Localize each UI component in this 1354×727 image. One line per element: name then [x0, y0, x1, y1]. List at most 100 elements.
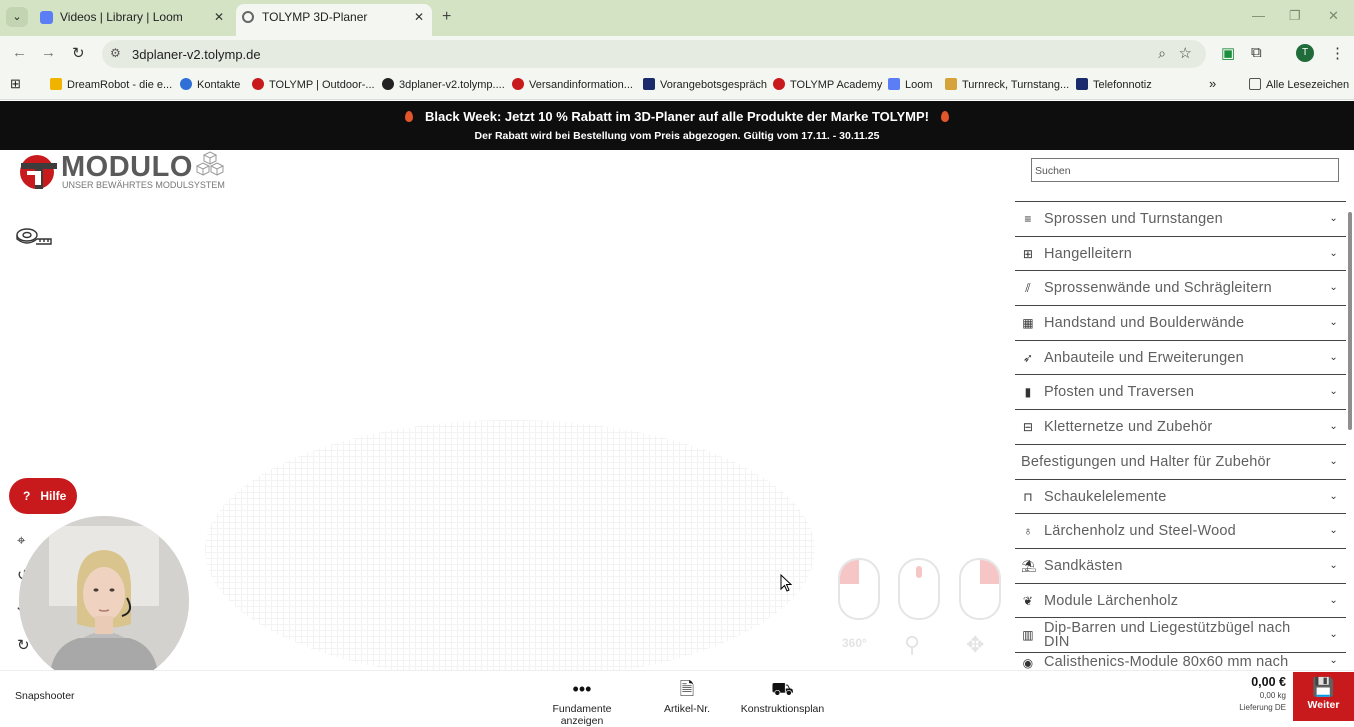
- tab-loom[interactable]: Videos | Library | Loom ✕: [34, 4, 232, 36]
- category-item[interactable]: ⫽ Sprossenwände und Schrägleitern ⌄: [1015, 270, 1346, 305]
- help-label: Hilfe: [40, 489, 67, 503]
- reload-icon[interactable]: ↻: [72, 44, 85, 62]
- leaf-icon: ❦: [1022, 593, 1034, 608]
- chevron-down-icon: ⌄: [1329, 654, 1338, 666]
- mouse-wheel-icon: [898, 558, 940, 620]
- category-item[interactable]: ⛱ Sandkästen ⌄: [1015, 547, 1346, 583]
- category-item[interactable]: ♁ Lärchenholz und Steel-Wood ⌄: [1015, 513, 1346, 548]
- save-disk-icon: 💾: [1312, 677, 1335, 697]
- price-summary: 0,00 € 0,00 kg Lieferung DE: [1230, 675, 1286, 712]
- close-tab-icon[interactable]: ✕: [414, 4, 424, 30]
- flame-icon: [404, 111, 413, 122]
- help-button[interactable]: ? Hilfe: [9, 478, 77, 514]
- loom-icon: [888, 78, 900, 90]
- zoom-icon[interactable]: ⌕: [1158, 45, 1166, 62]
- bookmark-item[interactable]: 3dplaner-v2.tolymp....: [382, 78, 505, 91]
- bottom-action-bar: Snapshooter ••• Fundamente anzeigen 🗎 Ar…: [0, 670, 1354, 727]
- swing-icon: ⊓: [1023, 489, 1033, 504]
- tolymp-icon: [252, 78, 264, 90]
- flame-icon: [941, 111, 950, 122]
- grid-wall-icon: ▦: [1022, 316, 1034, 331]
- extensions-puzzle-icon[interactable]: ⧉: [1251, 44, 1262, 61]
- chevron-down-icon: ⌄: [1329, 213, 1338, 224]
- bookmark-item[interactable]: Telefonnotiz: [1076, 78, 1152, 91]
- profile-avatar[interactable]: T: [1296, 44, 1314, 62]
- webcam-overlay[interactable]: [19, 516, 189, 686]
- category-item[interactable]: ◉ Calisthenics-Module 80x60 mm nach ⌄: [1015, 651, 1346, 672]
- snapshooter-label[interactable]: Snapshooter: [15, 690, 75, 702]
- category-item[interactable]: ❦ Module Lärchenholz ⌄: [1015, 582, 1346, 618]
- catalog-panel: Suchen ≡ Sprossen und Turnstangen ⌄ ⊞ Hange…: [1015, 150, 1354, 670]
- cubes-icon: [195, 151, 225, 176]
- focus-view-icon[interactable]: ⌖: [17, 532, 25, 549]
- tolymp-logo-icon: [20, 155, 57, 189]
- bookmark-item[interactable]: Vorangebotsgespräch: [643, 78, 767, 91]
- question-icon: ?: [23, 489, 31, 503]
- category-item[interactable]: ▥ Dip-Barren und Liegestützbügel nach DIN…: [1015, 617, 1346, 652]
- bookmark-star-icon[interactable]: ☆: [1179, 44, 1192, 62]
- category-item[interactable]: ⊓ Schaukelelemente ⌄: [1015, 478, 1346, 514]
- bookmark-item[interactable]: Kontakte: [180, 78, 240, 91]
- bookmark-item[interactable]: Loom: [888, 78, 933, 91]
- chevron-down-icon: ⌄: [1329, 629, 1338, 641]
- category-item[interactable]: ➶ Anbauteile und Erweiterungen ⌄: [1015, 339, 1346, 375]
- minimize-icon[interactable]: —: [1252, 8, 1265, 23]
- back-icon[interactable]: ←: [12, 44, 27, 61]
- bookmark-item[interactable]: DreamRobot - die e...: [50, 78, 172, 91]
- chevron-down-icon: ⌄: [1329, 282, 1338, 294]
- address-bar[interactable]: ⚙ 3dplaner-v2.tolymp.de ⌕ ☆: [102, 40, 1206, 68]
- infinity-icon: [382, 78, 394, 90]
- chevron-down-icon: ⌄: [1329, 525, 1338, 537]
- bookmark-item[interactable]: TOLYMP Academy: [773, 78, 882, 91]
- doc-icon: [643, 78, 655, 90]
- banner-subline: Der Rabatt wird bei Bestellung vom Preis…: [474, 130, 880, 142]
- construction-plan-button[interactable]: ⛟ Konstruktionsplan: [740, 677, 825, 715]
- bookmarks-bar: ⊞ DreamRobot - die e... Kontakte TOLYMP …: [0, 70, 1354, 100]
- tab-tolymp[interactable]: TOLYMP 3D-Planer ✕: [236, 4, 432, 36]
- category-item[interactable]: ≡ Sprossen und Turnstangen ⌄: [1015, 201, 1346, 236]
- more-bookmarks-icon[interactable]: »: [1209, 76, 1216, 91]
- new-tab-icon[interactable]: +: [442, 8, 451, 26]
- pan-move-icon: ✥: [966, 632, 985, 657]
- tape-measure-icon[interactable]: [16, 227, 52, 247]
- filter-lines-icon: ≡: [1024, 212, 1032, 226]
- chevron-down-icon: ⌄: [1329, 559, 1338, 571]
- site-info-icon[interactable]: ⚙: [110, 46, 121, 60]
- chevron-down-icon: ⌄: [1329, 594, 1338, 606]
- bookmark-item[interactable]: TOLYMP | Outdoor-...: [252, 78, 375, 91]
- category-item[interactable]: ⊞ Hangelleitern ⌄: [1015, 235, 1346, 271]
- all-bookmarks[interactable]: Alle Lesezeichen: [1249, 78, 1349, 91]
- apps-grid-icon[interactable]: ⊞: [10, 76, 21, 92]
- category-list: ≡ Sprossen und Turnstangen ⌄ ⊞ Hangelleiter…: [1015, 201, 1346, 672]
- bookmark-item[interactable]: Turnreck, Turnstang...: [945, 78, 1069, 91]
- rotate-360-icon: 360°: [842, 636, 867, 650]
- category-item[interactable]: ⊟ Kletternetze und Zubehör ⌄: [1015, 409, 1346, 444]
- close-tab-icon[interactable]: ✕: [214, 4, 224, 30]
- close-window-icon[interactable]: ✕: [1328, 8, 1339, 24]
- category-item[interactable]: ▮ Pfosten und Traversen ⌄: [1015, 374, 1346, 409]
- article-number-button[interactable]: 🗎 Artikel-Nr.: [660, 677, 714, 715]
- contacts-icon: [180, 78, 192, 90]
- mouse-left-icon: [838, 558, 880, 620]
- next-button[interactable]: 💾 Weiter: [1293, 672, 1354, 721]
- category-item[interactable]: Befestigungen und Halter für Zubehör ⌄: [1015, 443, 1346, 479]
- chevron-down-icon: ⌄: [1329, 490, 1338, 502]
- promo-banner: Black Week: Jetzt 10 % Rabatt im 3D-Plan…: [0, 101, 1354, 150]
- restore-icon[interactable]: ❐: [1289, 8, 1301, 24]
- chevron-down-icon: ⌄: [1329, 351, 1338, 363]
- bookmark-item[interactable]: Versandinformation...: [512, 78, 633, 91]
- dip-bar-icon: ▥: [1022, 628, 1034, 643]
- panel-scrollbar-thumb[interactable]: [1348, 212, 1352, 430]
- total-weight: 0,00 kg: [1259, 691, 1286, 700]
- tab-search-chevron-icon[interactable]: ⌄: [6, 7, 28, 27]
- zoom-magnifier-icon: ⚲: [904, 632, 921, 657]
- category-item[interactable]: ▦ Handstand und Boulderwände ⌄: [1015, 305, 1346, 340]
- browser-menu-icon[interactable]: ⋮: [1330, 44, 1345, 62]
- chevron-down-icon: ⌄: [1329, 421, 1338, 433]
- forward-icon[interactable]: →: [41, 44, 56, 61]
- extension-icon[interactable]: ▣: [1221, 44, 1235, 62]
- search-input[interactable]: Suchen: [1031, 158, 1339, 182]
- eye-icon: ◉: [1022, 655, 1034, 670]
- loom-favicon-icon: [40, 11, 53, 24]
- tolymp-icon: [773, 78, 785, 90]
